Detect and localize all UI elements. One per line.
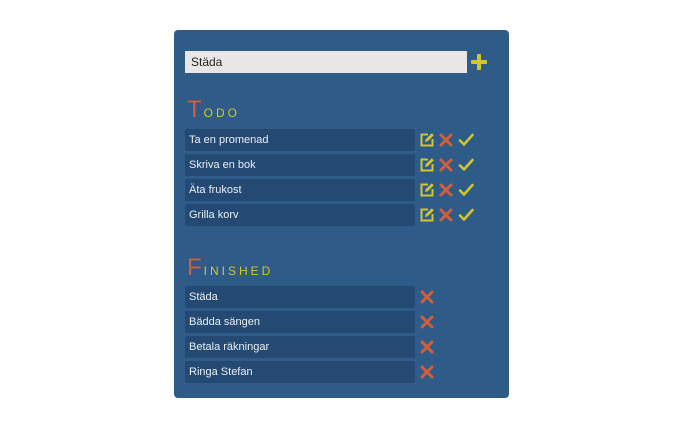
todo-title-rest: odo bbox=[203, 106, 241, 120]
finished-title-rest: inished bbox=[203, 264, 274, 278]
delete-icon[interactable] bbox=[419, 339, 435, 355]
delete-icon[interactable] bbox=[438, 132, 454, 148]
delete-icon[interactable] bbox=[419, 364, 435, 380]
finished-title-initial: F bbox=[187, 254, 204, 281]
checkmark-icon[interactable] bbox=[458, 157, 474, 173]
new-task-row bbox=[185, 51, 490, 73]
edit-icon[interactable] bbox=[419, 182, 435, 198]
todo-app-panel: Todo Ta en promenad Skriva en bok Äta fr… bbox=[174, 30, 509, 398]
new-task-input[interactable] bbox=[185, 51, 467, 73]
todo-item-label: Skriva en bok bbox=[185, 154, 415, 176]
finished-section-title: Finished bbox=[187, 254, 273, 282]
checkmark-icon[interactable] bbox=[458, 182, 474, 198]
checkmark-icon[interactable] bbox=[458, 207, 474, 223]
delete-icon[interactable] bbox=[419, 314, 435, 330]
plus-icon[interactable] bbox=[471, 54, 487, 70]
delete-icon[interactable] bbox=[438, 157, 454, 173]
edit-icon[interactable] bbox=[419, 207, 435, 223]
todo-item-label: Äta frukost bbox=[185, 179, 415, 201]
todo-item-label: Grilla korv bbox=[185, 204, 415, 226]
todo-item-label: Ta en promenad bbox=[185, 129, 415, 151]
todo-title-initial: T bbox=[187, 96, 204, 123]
finished-item-label: Städa bbox=[185, 286, 415, 308]
delete-icon[interactable] bbox=[419, 289, 435, 305]
edit-icon[interactable] bbox=[419, 132, 435, 148]
todo-section-title: Todo bbox=[187, 96, 240, 124]
checkmark-icon[interactable] bbox=[458, 132, 474, 148]
delete-icon[interactable] bbox=[438, 182, 454, 198]
finished-item-label: Bädda sängen bbox=[185, 311, 415, 333]
finished-item-label: Betala räkningar bbox=[185, 336, 415, 358]
finished-item-label: Ringa Stefan bbox=[185, 361, 415, 383]
edit-icon[interactable] bbox=[419, 157, 435, 173]
delete-icon[interactable] bbox=[438, 207, 454, 223]
